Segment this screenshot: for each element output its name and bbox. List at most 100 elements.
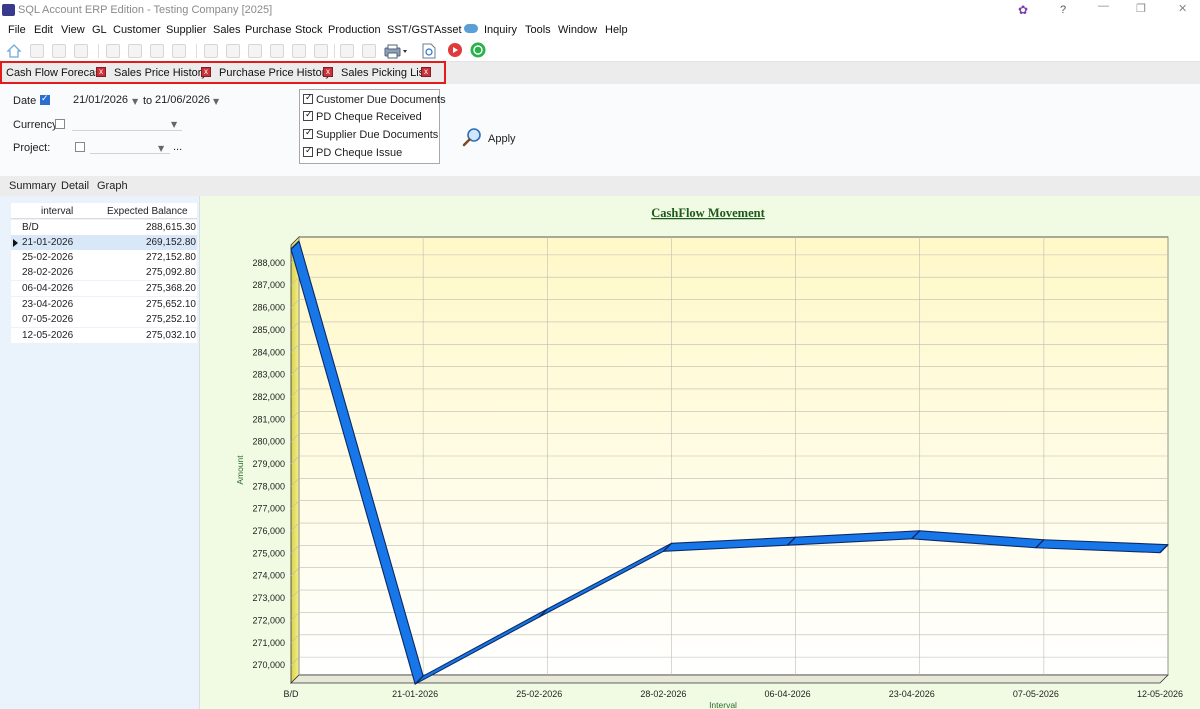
interval-cell: 06-04-2026	[22, 283, 74, 294]
paste-icon[interactable]	[150, 44, 164, 58]
customer-due-checkbox[interactable]	[303, 93, 313, 104]
table-row[interactable]: B/D 288,615.30	[11, 220, 197, 235]
y-tick-label: 278,000	[252, 481, 285, 491]
preview-icon[interactable]	[422, 43, 436, 59]
balance-cell: 275,032.10	[145, 330, 196, 341]
chevron-down-icon[interactable]: ▼	[132, 97, 138, 106]
chevron-down-icon[interactable]: ▼	[158, 144, 164, 153]
restore-button[interactable]: ❐	[1136, 2, 1146, 15]
undo-icon[interactable]	[172, 44, 186, 58]
tab-close-icon[interactable]: x	[96, 67, 106, 77]
x-tick-label: 07-05-2026	[1013, 689, 1059, 699]
minimize-button[interactable]: —	[1098, 0, 1109, 12]
y-tick-label: 282,000	[252, 392, 285, 402]
youtube-icon[interactable]	[446, 43, 464, 57]
filter-icon[interactable]	[362, 44, 376, 58]
whatsapp-icon[interactable]	[470, 42, 486, 58]
chevron-down-icon[interactable]: ▼	[213, 97, 219, 106]
refresh-icon[interactable]	[292, 44, 306, 58]
next-record-icon[interactable]	[248, 44, 262, 58]
help-button[interactable]: ?	[1060, 4, 1066, 16]
y-tick-label: 288,000	[252, 258, 285, 268]
magnifier-icon[interactable]	[462, 127, 482, 147]
y-tick-label: 284,000	[252, 347, 285, 357]
y-tick-label: 286,000	[252, 303, 285, 313]
tab-summary[interactable]: Summary	[9, 180, 56, 192]
project-browse-button[interactable]: ...	[173, 141, 182, 153]
menu-asset[interactable]: Asset	[434, 24, 462, 36]
menu-help[interactable]: Help	[605, 24, 628, 36]
first-record-icon[interactable]	[204, 44, 218, 58]
project-checkbox[interactable]	[75, 142, 85, 152]
table-row[interactable]: 25-02-2026 272,152.80	[11, 250, 197, 265]
open-icon[interactable]	[52, 44, 66, 58]
plot-area	[290, 236, 1169, 684]
date-to-field[interactable]: 21/06/2026	[155, 94, 210, 106]
currency-checkbox[interactable]	[55, 119, 65, 129]
currency-label: Currency	[13, 119, 58, 131]
column-header-expected-balance[interactable]: Expected Balance	[107, 206, 188, 217]
tab-cash-flow-forecast[interactable]: Cash Flow Forecast	[6, 67, 104, 79]
tab-purchase-price-history[interactable]: Purchase Price History	[219, 67, 331, 79]
date-from-field[interactable]: 21/01/2026	[73, 94, 128, 106]
chevron-down-icon[interactable]: ▼	[171, 120, 177, 129]
table-row[interactable]: 07-05-2026 275,252.10	[11, 312, 197, 327]
interval-cell: 28-02-2026	[22, 267, 74, 278]
tab-graph[interactable]: Graph	[97, 180, 128, 192]
prior-record-icon[interactable]	[226, 44, 240, 58]
print-icon[interactable]	[384, 43, 408, 59]
tab-sales-price-history[interactable]: Sales Price History	[114, 67, 207, 79]
tab-close-icon[interactable]: x	[323, 67, 333, 77]
apply-button[interactable]: Apply	[488, 133, 516, 145]
save-icon[interactable]	[74, 44, 88, 58]
table-row[interactable]: 28-02-2026 275,092.80	[11, 265, 197, 280]
menu-supplier[interactable]: Supplier	[166, 24, 206, 36]
last-record-icon[interactable]	[270, 44, 284, 58]
menu-sst-gst[interactable]: SST/GST	[387, 24, 434, 36]
y-tick-label: 270,000	[252, 660, 285, 670]
menu-edit[interactable]: Edit	[34, 24, 53, 36]
new-icon[interactable]	[30, 44, 44, 58]
project-select[interactable]	[90, 153, 170, 154]
x-tick-label: 23-04-2026	[889, 689, 935, 699]
table-row[interactable]: 06-04-2026 275,368.20	[11, 281, 197, 296]
tab-close-icon[interactable]: x	[421, 67, 431, 77]
supplier-due-checkbox[interactable]	[303, 128, 313, 139]
pd-cheque-issue-checkbox[interactable]	[303, 146, 313, 157]
assistant-icon[interactable]: ✿	[1018, 3, 1028, 17]
copy-icon[interactable]	[128, 44, 142, 58]
menu-stock[interactable]: Stock	[295, 24, 323, 36]
tab-close-icon[interactable]: x	[201, 67, 211, 77]
menu-production[interactable]: Production	[328, 24, 381, 36]
table-row[interactable]: 23-04-2026 275,652.10	[11, 297, 197, 312]
menu-tools[interactable]: Tools	[525, 24, 551, 36]
column-header-interval[interactable]: interval	[41, 206, 73, 217]
app-logo-icon	[2, 4, 15, 16]
pd-cheque-received-checkbox[interactable]	[303, 110, 313, 121]
table-row[interactable]: 21-01-2026 269,152.80	[11, 235, 197, 250]
balance-cell: 275,092.80	[145, 267, 196, 278]
x-tick-label: 21-01-2026	[392, 689, 438, 699]
find-icon[interactable]	[340, 44, 354, 58]
x-axis-ticks: B/D 21-01-2026 25-02-2026 28-02-2026 06-04-2…	[283, 689, 1183, 699]
x-tick-label: 28-02-2026	[640, 689, 686, 699]
currency-select[interactable]	[72, 130, 182, 131]
menu-sales[interactable]: Sales	[213, 24, 241, 36]
close-button[interactable]: ✕	[1178, 2, 1187, 15]
menu-window[interactable]: Window	[558, 24, 597, 36]
table-row[interactable]: 12-05-2026 275,032.10	[11, 328, 197, 343]
tab-sales-picking-list[interactable]: Sales Picking List	[341, 67, 427, 79]
menu-customer[interactable]: Customer	[113, 24, 161, 36]
home-icon[interactable]	[6, 43, 22, 59]
menu-purchase[interactable]: Purchase	[245, 24, 291, 36]
menu-view[interactable]: View	[61, 24, 85, 36]
date-checkbox[interactable]	[40, 94, 50, 105]
delete-icon[interactable]	[314, 44, 328, 58]
menu-file[interactable]: File	[8, 24, 26, 36]
tab-detail[interactable]: Detail	[61, 180, 89, 192]
menu-inquiry[interactable]: Inquiry	[484, 24, 517, 36]
view-tabs	[0, 176, 1200, 196]
menu-gl[interactable]: GL	[92, 24, 107, 36]
x-tick-label: 12-05-2026	[1137, 689, 1183, 699]
cut-icon[interactable]	[106, 44, 120, 58]
